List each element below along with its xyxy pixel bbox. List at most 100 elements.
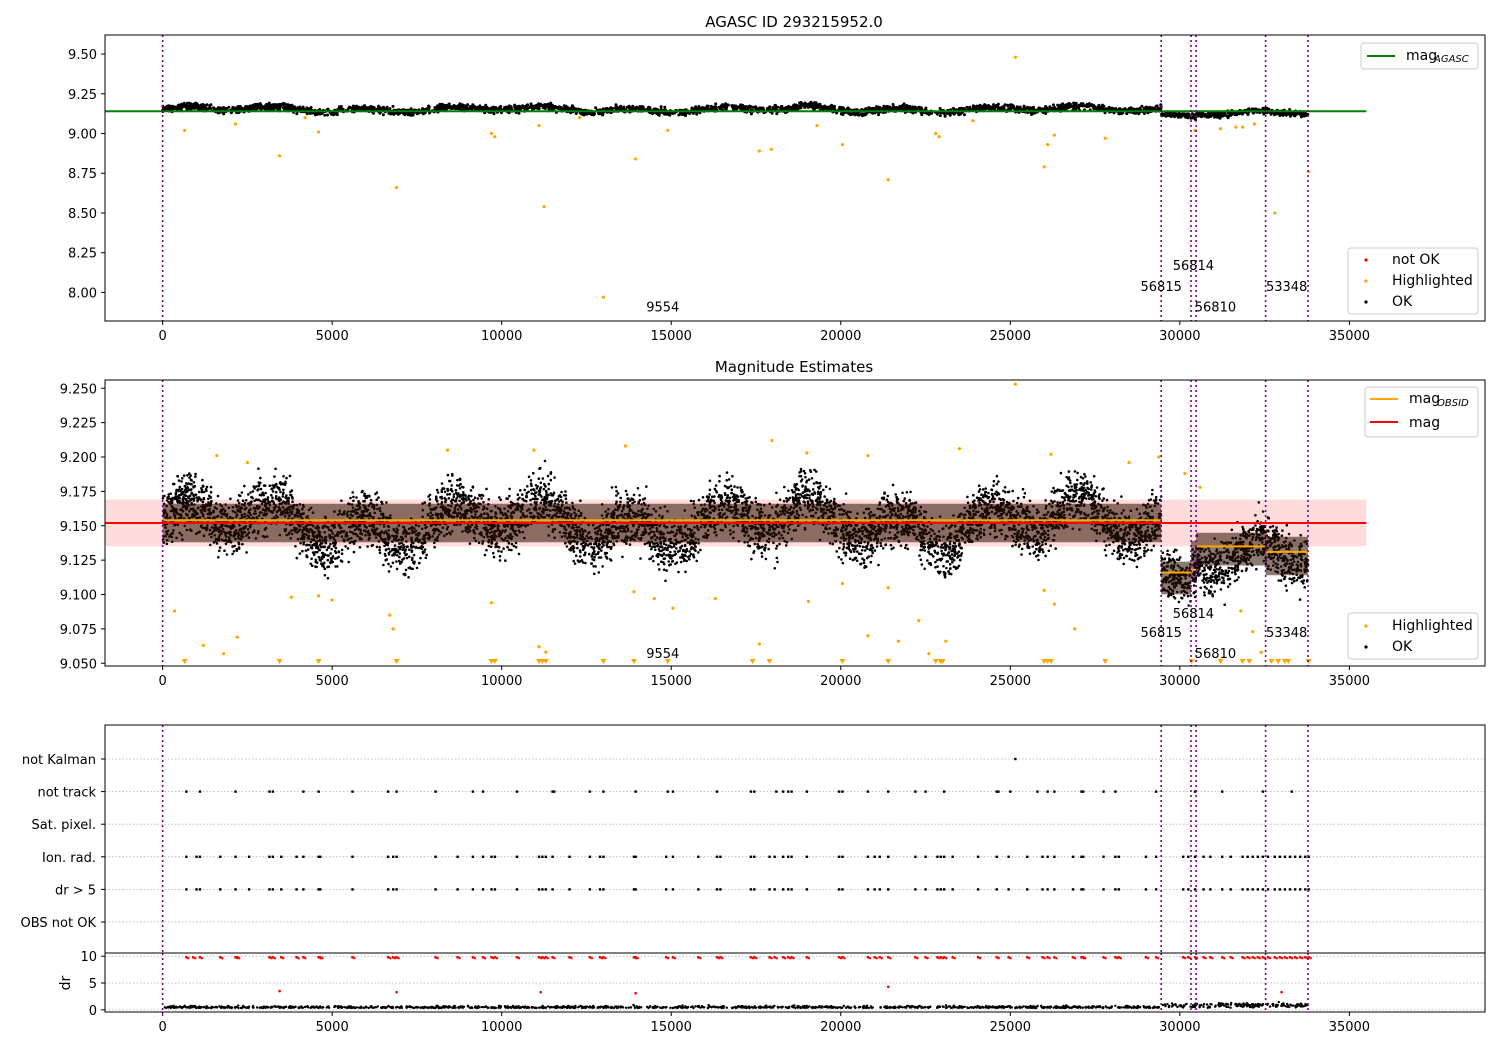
ok-point: [279, 102, 283, 106]
ok-point: [259, 476, 262, 480]
highlighted-point: [233, 122, 238, 126]
ok-point: [206, 107, 210, 111]
ok-point: [1083, 104, 1086, 108]
ok-point: [920, 113, 924, 117]
ok-point: [499, 498, 503, 502]
ok-point: [1154, 104, 1158, 108]
y-tick-label: 8.75: [68, 167, 97, 182]
ok-point: [847, 544, 851, 548]
ok-point: [767, 547, 770, 551]
ok-point: [1119, 112, 1122, 116]
ok-point: [333, 112, 337, 116]
ok-point: [1074, 103, 1078, 107]
ok-point: [855, 112, 859, 116]
obsid-label: 9554: [646, 300, 679, 315]
ok-point: [177, 103, 181, 107]
ok-point: [998, 106, 1002, 110]
ok-point: [301, 107, 305, 111]
ok-point: [201, 500, 205, 504]
highlighted-point: [757, 149, 761, 153]
ok-point: [775, 544, 779, 548]
ok-point: [198, 107, 202, 111]
ok-point: [891, 483, 895, 487]
ok-point: [326, 107, 330, 111]
ok-point: [814, 101, 818, 105]
ok-point: [258, 106, 262, 110]
ok-point: [1085, 497, 1088, 500]
ok-point: [447, 497, 451, 500]
ok-point: [1104, 554, 1108, 557]
ok-point: [458, 102, 462, 106]
ok-point: [688, 550, 691, 553]
ok-point: [739, 486, 742, 489]
ok-point: [1154, 498, 1158, 502]
ok-point: [680, 111, 684, 115]
ok-point: [291, 104, 294, 108]
highlighted-point: [601, 295, 606, 299]
ok-point: [838, 106, 842, 110]
ok-point: [894, 493, 897, 496]
ok-point: [663, 105, 667, 109]
ok-point: [708, 488, 712, 492]
ok-point: [656, 113, 660, 117]
ok-point: [442, 107, 446, 111]
ok-point: [844, 492, 848, 495]
ok-point: [930, 111, 934, 115]
ok-point: [1185, 113, 1189, 116]
ok-point: [992, 103, 996, 107]
ok-point: [587, 552, 591, 556]
ok-point: [1097, 104, 1101, 108]
ok-point: [529, 479, 533, 482]
ok-point: [841, 113, 845, 116]
ok-point: [1058, 105, 1062, 109]
ok-point: [544, 105, 548, 109]
ok-point: [524, 499, 528, 503]
ok-point: [1149, 107, 1152, 111]
ok-point: [513, 105, 517, 109]
highlighted-point: [278, 154, 282, 158]
ok-point: [377, 496, 380, 499]
ok-point: [207, 497, 210, 501]
ok-point: [793, 103, 797, 107]
ok-point: [503, 106, 507, 110]
ok-point: [574, 554, 578, 557]
ok-point: [1069, 481, 1072, 485]
ok-point: [754, 105, 758, 109]
ok-point: [391, 104, 395, 108]
ok-point: [542, 106, 545, 110]
ok-point: [553, 476, 556, 479]
ok-point: [293, 107, 297, 110]
ok-point: [266, 496, 270, 499]
highlighted-point: [1046, 143, 1050, 147]
ok-point: [803, 103, 807, 107]
ok-point: [1269, 112, 1273, 116]
highlighted-point: [634, 157, 638, 161]
ok-point: [542, 103, 546, 107]
legend-not-ok-marker: [1364, 258, 1368, 262]
ok-point: [885, 498, 889, 502]
ok-point: [863, 549, 867, 552]
highlighted-point: [769, 147, 773, 151]
ok-point: [388, 107, 392, 111]
ok-point: [434, 105, 438, 109]
ok-point: [733, 485, 736, 488]
ok-point: [835, 550, 838, 553]
ok-point: [529, 498, 532, 502]
ok-point: [1134, 551, 1137, 555]
ok-point: [194, 101, 198, 105]
ok-point: [185, 106, 189, 110]
ok-point: [1031, 545, 1034, 548]
ok-point: [810, 102, 814, 106]
x-tick-label: 25000: [990, 329, 1031, 344]
ok-point: [1199, 114, 1203, 117]
ok-point: [180, 480, 183, 483]
ok-point: [494, 107, 498, 111]
ok-point: [469, 489, 473, 492]
ok-point: [638, 105, 642, 108]
highlighted-point: [578, 116, 582, 120]
ok-point: [499, 106, 502, 110]
ok-point: [610, 106, 614, 110]
ok-point: [196, 104, 200, 108]
ok-point: [1049, 106, 1053, 110]
ok-point: [697, 498, 701, 502]
